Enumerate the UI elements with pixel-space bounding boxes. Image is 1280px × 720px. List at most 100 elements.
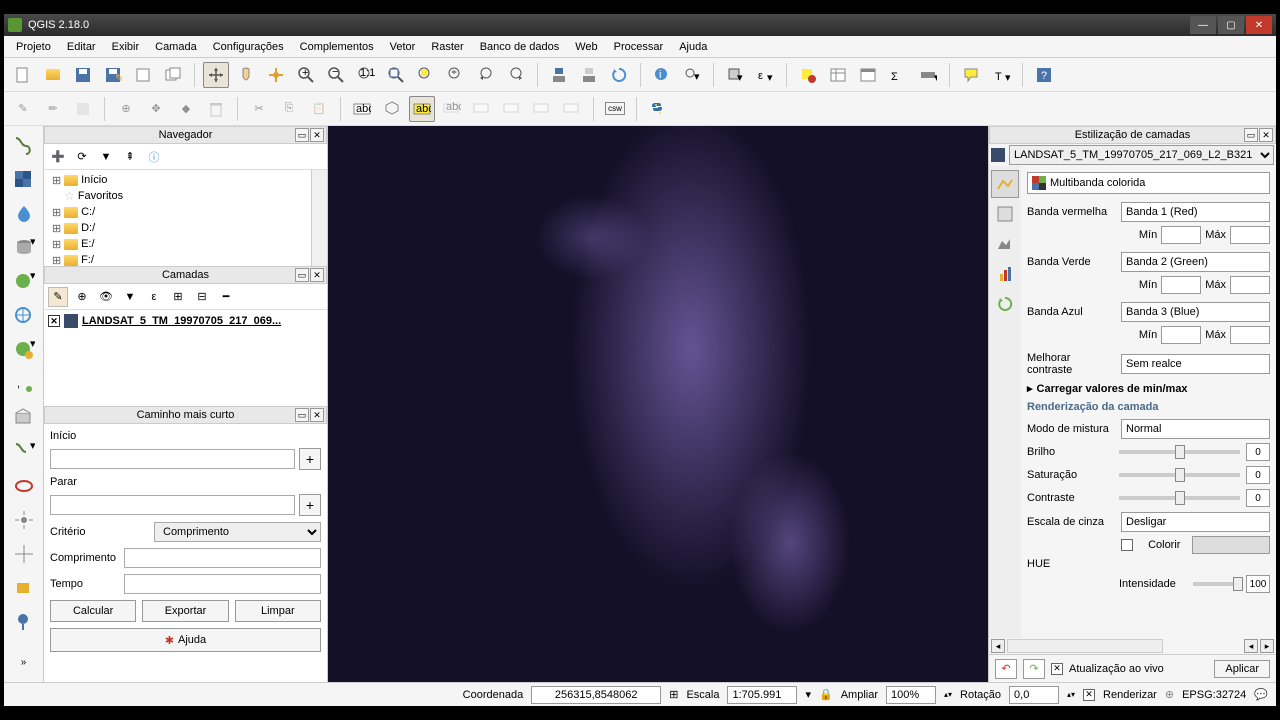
green-max-input[interactable] xyxy=(1230,276,1270,294)
add-wms-button[interactable]: ▾ xyxy=(10,268,38,296)
layers-close-icon[interactable]: ✕ xyxy=(310,268,324,282)
roadgraph-button[interactable] xyxy=(10,574,38,602)
zoom-full-button[interactable] xyxy=(383,62,409,88)
open-project-button[interactable] xyxy=(40,62,66,88)
label-yellow-button[interactable]: abc xyxy=(409,96,435,122)
paste-button[interactable]: 📋 xyxy=(306,96,332,122)
identify-button[interactable]: i xyxy=(649,62,675,88)
brightness-slider[interactable] xyxy=(1119,450,1240,454)
collapse-all-icon[interactable]: ⊟ xyxy=(192,287,212,307)
filter-browser-icon[interactable]: ▼ xyxy=(96,147,116,167)
style-layer-select[interactable]: LANDSAT_5_TM_19970705_217_069_L2_B321 xyxy=(1009,145,1274,165)
style-undock-icon[interactable]: ▭ xyxy=(1244,128,1258,142)
add-delimited-button[interactable]: , xyxy=(10,370,38,398)
rotation-input[interactable] xyxy=(1009,686,1059,704)
style-dock-icon[interactable]: ✎ xyxy=(48,287,68,307)
undo-style-button[interactable]: ↶ xyxy=(995,659,1017,679)
menu-editar[interactable]: Editar xyxy=(59,38,104,56)
map-canvas[interactable] xyxy=(328,126,988,682)
blue-max-input[interactable] xyxy=(1230,326,1270,344)
help-button[interactable]: ? xyxy=(1031,62,1057,88)
criterion-select[interactable]: Comprimento xyxy=(154,522,321,542)
add-feature-button[interactable]: ⊕ xyxy=(113,96,139,122)
export-button[interactable]: Exportar xyxy=(142,600,228,622)
tree-item-d[interactable]: ⊞ D:/ xyxy=(44,220,327,236)
add-postgis-button[interactable]: ▾ xyxy=(10,234,38,262)
filter-legend-icon[interactable]: ▼ xyxy=(120,287,140,307)
load-minmax-toggle[interactable]: ▸Carregar valores de min/max xyxy=(1027,382,1270,395)
histogram-tab[interactable] xyxy=(991,230,1019,258)
extents-icon[interactable]: ⊞ xyxy=(669,688,678,701)
sp-close-icon[interactable]: ✕ xyxy=(310,408,324,422)
green-band-select[interactable]: Banda 2 (Green) xyxy=(1121,252,1270,272)
menu-projeto[interactable]: Projeto xyxy=(8,38,59,56)
python-button[interactable] xyxy=(645,96,671,122)
zoom-selection-button[interactable] xyxy=(263,62,289,88)
renderer-select[interactable]: Multibanda colorida xyxy=(1027,172,1270,194)
save-as-button[interactable]: ✎ xyxy=(100,62,126,88)
collapse-browser-icon[interactable]: ⇞ xyxy=(120,147,140,167)
red-max-input[interactable] xyxy=(1230,226,1270,244)
menu-web[interactable]: Web xyxy=(567,38,605,56)
new-bookmark-button[interactable] xyxy=(546,62,572,88)
expression-select-button[interactable]: ε▾ xyxy=(752,62,778,88)
rot-spinner[interactable]: ▴▾ xyxy=(1067,690,1075,699)
intensity-val[interactable] xyxy=(1246,575,1270,593)
red-min-input[interactable] xyxy=(1161,226,1201,244)
diagram-button[interactable] xyxy=(379,96,405,122)
layer-item[interactable]: ✕ LANDSAT_5_TM_19970705_217_069... xyxy=(48,314,323,328)
calculate-button[interactable]: Calcular xyxy=(50,600,136,622)
redo-style-button[interactable]: ↷ xyxy=(1023,659,1045,679)
change-label-button[interactable] xyxy=(559,96,585,122)
contrast-slider[interactable] xyxy=(1119,496,1240,500)
expand-button[interactable]: » xyxy=(10,648,38,676)
sp-undock-icon[interactable]: ▭ xyxy=(295,408,309,422)
highlight-label-button[interactable] xyxy=(469,96,495,122)
symbology-tab[interactable] xyxy=(991,170,1019,198)
add-wfs-button[interactable]: ▾ xyxy=(10,336,38,364)
zoom-to-layer-button[interactable] xyxy=(443,62,469,88)
zoom-spinner[interactable]: ▴▾ xyxy=(944,690,952,699)
close-button[interactable]: ✕ xyxy=(1246,16,1272,34)
copy-button[interactable]: ⎘ xyxy=(276,96,302,122)
contrast-val[interactable] xyxy=(1246,489,1270,507)
maximize-button[interactable]: ▢ xyxy=(1218,16,1244,34)
attribute-table-button[interactable] xyxy=(825,62,851,88)
rotate-label-button[interactable] xyxy=(529,96,555,122)
composer-manager-button[interactable] xyxy=(160,62,186,88)
crs-icon[interactable]: ⊕ xyxy=(1165,688,1174,701)
tree-item-favoritos[interactable]: ☆ Favoritos xyxy=(44,188,327,204)
add-spatialite-button[interactable] xyxy=(10,200,38,228)
select-button[interactable]: ▾ xyxy=(679,62,705,88)
colorize-checkbox[interactable] xyxy=(1121,539,1133,551)
menu-processar[interactable]: Processar xyxy=(606,38,672,56)
pan-button[interactable] xyxy=(203,62,229,88)
hscroll-track[interactable] xyxy=(1007,639,1163,653)
add-vector-button[interactable] xyxy=(10,132,38,160)
pan-to-selection-button[interactable] xyxy=(233,62,259,88)
red-band-select[interactable]: Banda 1 (Red) xyxy=(1121,202,1270,222)
virtual-layer-button[interactable] xyxy=(10,404,38,432)
blue-min-input[interactable] xyxy=(1161,326,1201,344)
gps-button[interactable] xyxy=(10,506,38,534)
cut-button[interactable]: ✂ xyxy=(246,96,272,122)
manage-visibility-icon[interactable]: 👁 xyxy=(96,287,116,307)
rendering-tab[interactable] xyxy=(991,260,1019,288)
epsg-label[interactable]: EPSG:32724 xyxy=(1182,689,1246,701)
statistics-button[interactable]: Σ xyxy=(885,62,911,88)
saturation-val[interactable] xyxy=(1246,466,1270,484)
menu-config[interactable]: Configurações xyxy=(205,38,292,56)
layers-undock-icon[interactable]: ▭ xyxy=(295,268,309,282)
pin-button[interactable] xyxy=(10,608,38,636)
move-label-button[interactable] xyxy=(499,96,525,122)
panel-close-icon[interactable]: ✕ xyxy=(310,128,324,142)
layer-visibility-checkbox[interactable]: ✕ xyxy=(48,315,60,327)
edit-pencil-button[interactable]: ✎ xyxy=(10,96,36,122)
menu-banco[interactable]: Banco de dados xyxy=(472,38,568,56)
length-input[interactable] xyxy=(124,548,321,568)
transparency-tab[interactable] xyxy=(991,200,1019,228)
add-raster-button[interactable] xyxy=(10,166,38,194)
field-calc-button[interactable] xyxy=(855,62,881,88)
stop-pick-button[interactable]: + xyxy=(299,494,321,516)
expand-all-icon[interactable]: ⊞ xyxy=(168,287,188,307)
